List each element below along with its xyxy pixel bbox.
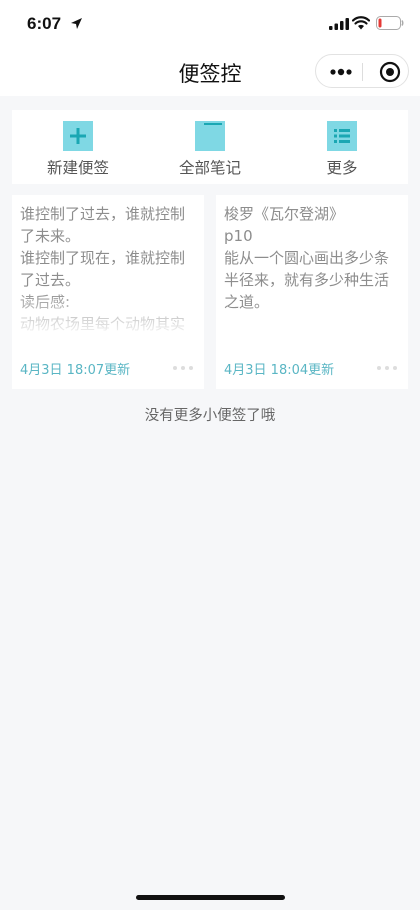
note-more-icon[interactable] [172, 365, 194, 371]
target-icon[interactable] [379, 61, 401, 83]
more-dots-icon[interactable] [330, 68, 352, 76]
mini-program-capsule [315, 54, 409, 88]
folder-icon [195, 121, 225, 151]
note-card[interactable]: 谁控制了过去，谁就控制了未来。 谁控制了现在，谁就控制了过去。 读后感: 动物农… [12, 195, 204, 389]
more-button[interactable]: 更多 [276, 110, 408, 184]
plus-square-icon [63, 121, 93, 151]
note-date: 4月3日 18:07更新 [20, 363, 131, 378]
note-more-icon[interactable] [376, 365, 398, 371]
more-label: 更多 [326, 159, 358, 177]
status-time: 6:07 [27, 14, 62, 33]
toolbar: 新建便签 全部笔记 更多 [12, 110, 408, 184]
note-card[interactable]: 梭罗《瓦尔登湖》 p10 能从一个圆心画出多少条半径来，就有多少种生活之道。 4… [216, 195, 408, 389]
location-arrow-icon [71, 18, 82, 29]
note-fade [12, 290, 204, 338]
all-notes-button[interactable]: 全部笔记 [144, 110, 276, 184]
new-note-button[interactable]: 新建便签 [12, 110, 144, 184]
capsule-divider [362, 63, 363, 81]
signal-icon [329, 18, 349, 30]
wifi-icon [352, 16, 370, 30]
home-indicator [136, 895, 285, 900]
note-body: 梭罗《瓦尔登湖》 p10 能从一个圆心画出多少条半径来，就有多少种生活之道。 [224, 205, 390, 311]
navigation-bar: 便签控 [0, 48, 420, 96]
list-icon [327, 121, 357, 151]
status-bar: 6:07 [0, 0, 420, 48]
new-note-label: 新建便签 [46, 159, 109, 177]
no-more-notes-text: 没有更多小便签了哦 [144, 408, 276, 424]
note-date: 4月3日 18:04更新 [224, 363, 335, 378]
battery-icon [376, 16, 404, 30]
all-notes-label: 全部笔记 [178, 159, 241, 177]
